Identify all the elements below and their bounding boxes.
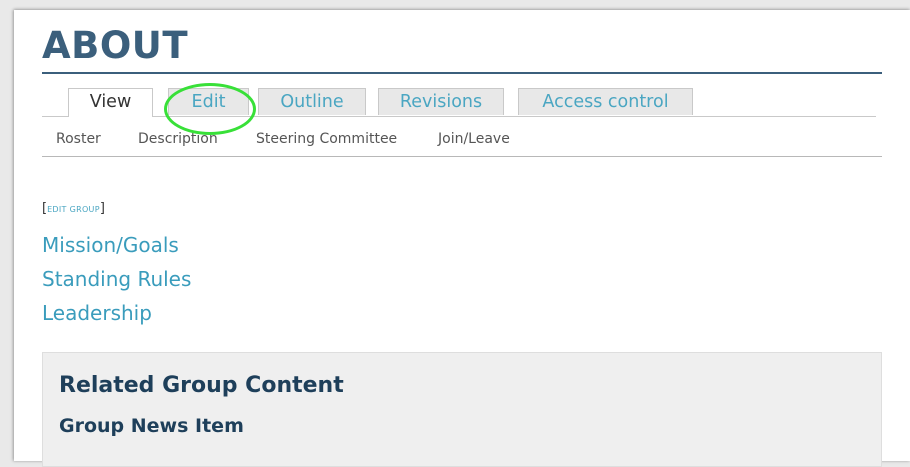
tab-outline[interactable]: Outline (258, 88, 366, 115)
related-content-panel: Related Group Content Group News Item (42, 352, 882, 467)
subtab-roster[interactable]: Roster (56, 131, 101, 147)
subtab-steering-committee[interactable]: Steering Committee (256, 131, 397, 147)
tab-edit[interactable]: Edit (168, 88, 249, 115)
related-heading: Related Group Content (59, 373, 344, 398)
related-subheading: Group News Item (59, 415, 244, 437)
edit-group-control: [Edit Group] (42, 201, 105, 216)
close-bracket: ] (99, 201, 105, 216)
link-mission-goals[interactable]: Mission/Goals (42, 228, 191, 262)
title-divider (42, 72, 882, 74)
link-standing-rules[interactable]: Standing Rules (42, 262, 191, 296)
edit-group-link[interactable]: Edit Group (47, 205, 100, 214)
tab-access-control[interactable]: Access control (518, 88, 693, 115)
group-links: Mission/Goals Standing Rules Leadership (42, 228, 191, 330)
tab-revisions[interactable]: Revisions (378, 88, 504, 115)
secondary-tabs: Roster Description Steering Committee Jo… (42, 117, 882, 157)
link-leadership[interactable]: Leadership (42, 296, 191, 330)
subtab-join-leave[interactable]: Join/Leave (438, 131, 510, 147)
primary-tabs: View Edit Outline Revisions Access contr… (42, 88, 876, 117)
tab-view[interactable]: View (68, 88, 153, 117)
page-content: ABOUT View Edit Outline Revisions Access… (14, 10, 910, 467)
page-title: ABOUT (42, 24, 189, 67)
subtab-description[interactable]: Description (138, 131, 218, 147)
